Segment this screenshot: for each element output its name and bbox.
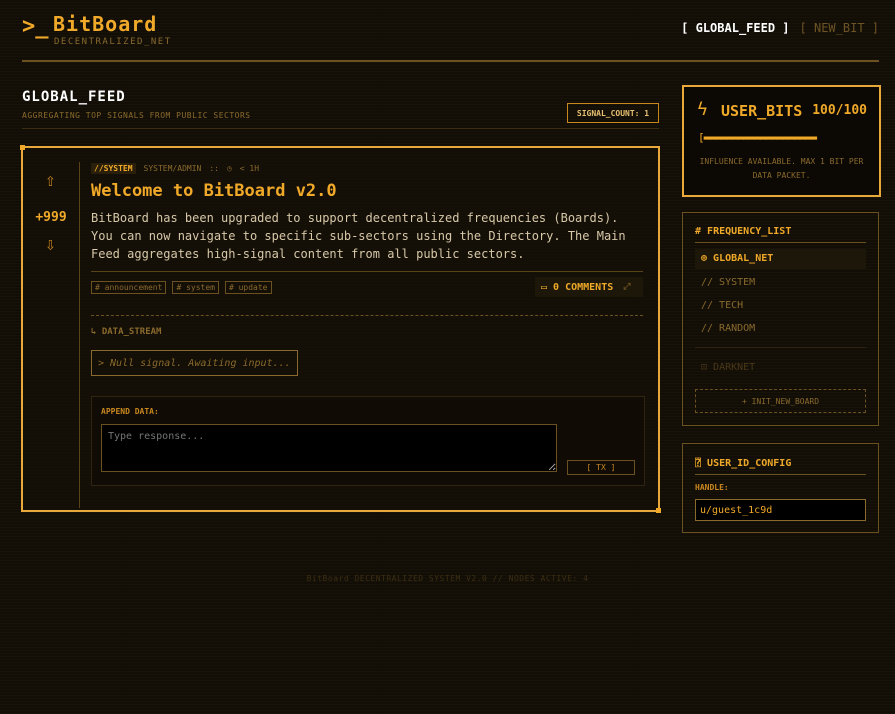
append-label: APPEND DATA: [101, 407, 159, 416]
vote-column: ⇧ +999 ⇩ [23, 162, 80, 508]
submit-reply-button[interactable]: [ TX ] [567, 460, 635, 475]
divider [22, 128, 659, 129]
divider [695, 242, 866, 243]
board-item-label: GLOBAL_NET [713, 253, 774, 264]
board-item-darknet: ⊡ DARKNET [701, 362, 755, 373]
comments-button[interactable]: ▭ 0 COMMENTS ⤢ [535, 277, 643, 297]
board-tag[interactable]: //SYSTEM [91, 163, 136, 174]
board-item-global-net[interactable]: ⊕ GLOBAL_NET [695, 249, 866, 269]
divider [695, 474, 866, 475]
handle-label: HANDLE: [695, 483, 729, 492]
dashed-divider [91, 315, 643, 316]
terminal-prompt-icon: >_ [22, 14, 49, 39]
tag-announcement[interactable]: # announcement [91, 281, 167, 294]
user-id-title: ⍰ USER_ID_CONFIG [695, 458, 791, 469]
reply-arrow-icon: ↳ [91, 327, 97, 337]
tag-update[interactable]: # update [224, 281, 272, 294]
nav-new-bit[interactable]: [ NEW_BIT ] [800, 21, 879, 35]
post-time: < 1H [239, 164, 260, 173]
globe-icon: ⊕ [701, 253, 714, 264]
data-stream-label: DATA_STREAM [101, 327, 162, 337]
frequency-title: # FREQUENCY_LIST [695, 226, 791, 237]
nav-global-feed[interactable]: [ GLOBAL_FEED ] [681, 21, 789, 35]
lightning-icon: ϟ [697, 99, 708, 120]
frequency-title-label: FREQUENCY_LIST [707, 226, 792, 237]
page-subtitle: AGGREGATING TOP SIGNALS FROM PUBLIC SECT… [22, 111, 251, 120]
handle-input[interactable] [695, 499, 866, 521]
user-bits-panel: ϟ USER_BITS 100/100 [▬▬▬▬▬▬▬▬▬▬▬▬▬▬▬▬▬▬▬… [682, 85, 881, 197]
empty-comments-message: > Null signal. Awaiting input... [91, 350, 298, 376]
reply-textarea[interactable] [101, 424, 557, 472]
corner-marker [20, 145, 25, 150]
expand-icon[interactable]: ⤢ [623, 282, 630, 292]
vote-score: +999 [35, 210, 67, 225]
reply-form: APPEND DATA: [ TX ] [91, 396, 645, 486]
comments-label: 0 COMMENTS [553, 281, 614, 293]
post-body: BitBoard has been upgraded to support de… [91, 211, 626, 261]
post-meta: //SYSTEM SYSTEM/ADMIN :: ◷ < 1H [91, 163, 259, 174]
bits-progress-bar: [▬▬▬▬▬▬▬▬▬▬▬▬▬▬▬▬▬▬▬▬ [698, 131, 817, 144]
footer-text: BitBoard DECENTRALIZED SYSTEM V2.0 // NO… [306, 574, 589, 583]
clock-icon: ◷ [226, 164, 232, 173]
corner-marker [656, 508, 661, 513]
darknet-label: DARKNET [713, 362, 756, 373]
tag-list: # announcement # system # update [91, 281, 272, 294]
divider [695, 347, 866, 348]
app-title[interactable]: BitBoard [53, 12, 157, 36]
post-author[interactable]: SYSTEM/ADMIN [144, 164, 202, 173]
frequency-list-panel: # FREQUENCY_LIST ⊕ GLOBAL_NET // SYSTEM … [682, 212, 879, 426]
board-item-tech[interactable]: // TECH [695, 296, 866, 316]
signal-count-badge: SIGNAL_COUNT: 1 [567, 103, 659, 123]
user-id-config-panel: ⍰ USER_ID_CONFIG HANDLE: [682, 443, 879, 533]
hash-icon: # [695, 226, 708, 237]
app-header: >_ BitBoard DECENTRALIZED_NET [ GLOBAL_F… [22, 12, 879, 62]
top-nav: [ GLOBAL_FEED ] [ NEW_BIT ] [681, 21, 879, 35]
meta-separator: :: [209, 164, 219, 173]
divider [91, 271, 643, 272]
lock-icon: ⊡ [701, 362, 714, 373]
board-item-random[interactable]: // RANDOM [695, 319, 866, 339]
post-card: ⇧ +999 ⇩ //SYSTEM SYSTEM/ADMIN :: ◷ < 1H… [20, 145, 661, 513]
comment-icon: ▭ [541, 281, 548, 293]
post-title[interactable]: Welcome to BitBoard v2.0 [91, 181, 337, 201]
upvote-arrow-icon[interactable]: ⇧ [45, 170, 56, 191]
tag-system[interactable]: # system [172, 281, 219, 294]
help-icon: ⍰ [695, 458, 708, 469]
app-subtitle: DECENTRALIZED_NET [54, 37, 172, 47]
board-item-system[interactable]: // SYSTEM [695, 273, 866, 293]
user-id-title-label: USER_ID_CONFIG [707, 458, 792, 469]
init-new-board-button[interactable]: + INIT_NEW_BOARD [695, 389, 866, 413]
page-title: GLOBAL_FEED [22, 89, 126, 105]
data-stream-header: ↳ DATA_STREAM [91, 327, 161, 337]
user-bits-title: USER_BITS [721, 102, 803, 120]
bits-note: INFLUENCE AVAILABLE. MAX 1 BIT PER DATA … [699, 157, 864, 180]
bits-count: 100/100 [812, 103, 867, 118]
downvote-arrow-icon[interactable]: ⇩ [45, 234, 56, 255]
